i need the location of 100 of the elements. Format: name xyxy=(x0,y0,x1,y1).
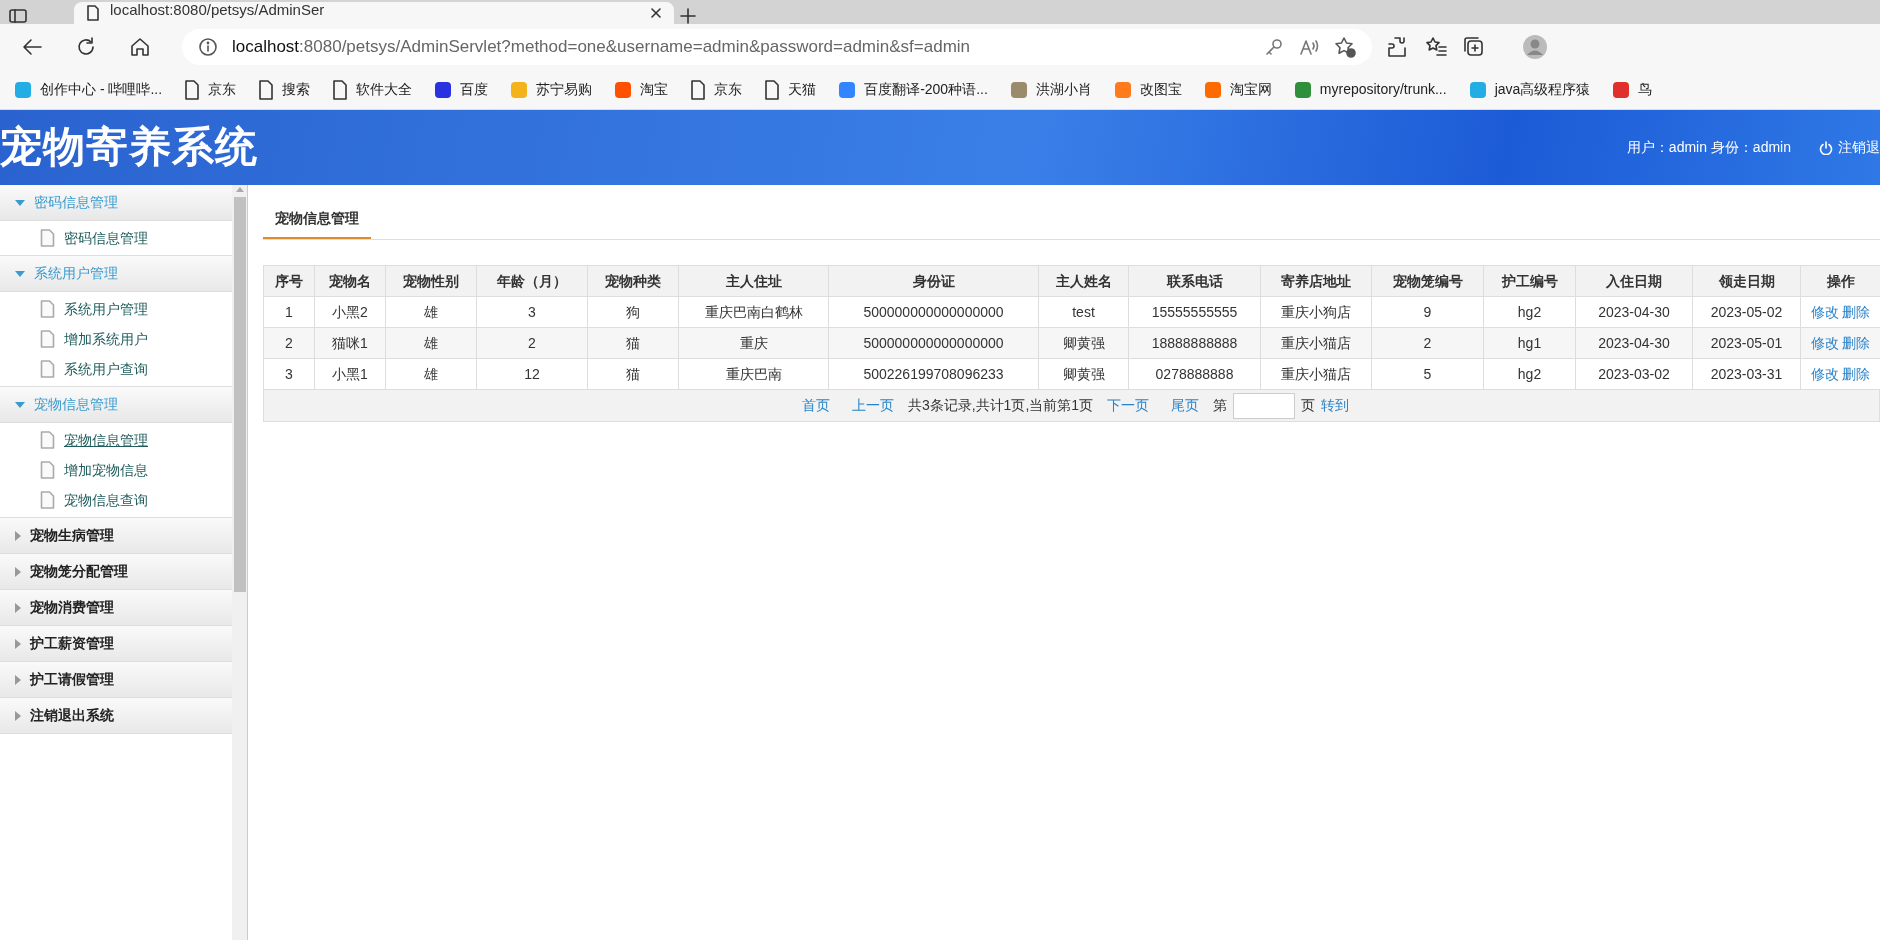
bookmark[interactable]: 淘宝网 xyxy=(1203,79,1272,100)
back-icon xyxy=(21,36,43,58)
menu-group[interactable]: 护工薪资管理 xyxy=(0,626,232,662)
bookmark[interactable]: 改图宝 xyxy=(1113,79,1182,100)
page-input[interactable] xyxy=(1233,392,1296,419)
table-cell: 18888888888 xyxy=(1128,327,1261,359)
menu-item[interactable]: 增加宠物信息 xyxy=(0,455,232,485)
bookmark[interactable]: 搜索 xyxy=(258,79,311,100)
page-icon xyxy=(690,79,707,100)
menu-group[interactable]: 护工请假管理 xyxy=(0,662,232,698)
bookmark[interactable]: java高级程序猿 xyxy=(1468,79,1591,100)
url-text: localhost:8080/petsys/AdminServlet?method=one&username=admin&password=admin&sf=admin xyxy=(232,36,972,59)
edit-link[interactable]: 修改 xyxy=(1810,303,1839,320)
bookmark[interactable]: 京东 xyxy=(690,79,743,100)
tab-actions-icon[interactable] xyxy=(8,8,28,24)
bookmark[interactable]: 鸟 xyxy=(1612,79,1653,100)
browser-tab[interactable]: localhost:8080/petsys/AdminSer xyxy=(74,2,674,24)
table-cell: 重庆小猫店 xyxy=(1260,358,1372,390)
bookmark[interactable]: 百度 xyxy=(434,79,489,100)
delete-link[interactable]: 删除 xyxy=(1842,303,1871,320)
menu-item[interactable]: 密码信息管理 xyxy=(0,223,232,253)
go-link[interactable]: 转到 xyxy=(1321,395,1350,416)
profile-icon[interactable] xyxy=(1522,34,1548,60)
table-cell: 500000000000000000 xyxy=(828,327,1039,359)
table-cell: 重庆小狗店 xyxy=(1260,296,1372,328)
table-cell: 重庆 xyxy=(678,327,829,359)
bookmark[interactable]: 京东 xyxy=(184,79,237,100)
logout-link[interactable]: 注销退 xyxy=(1819,137,1880,158)
menu-item[interactable]: 宠物信息管理 xyxy=(0,425,232,455)
menu-group[interactable]: 宠物笼分配管理 xyxy=(0,554,232,590)
caret-right-icon xyxy=(14,601,22,614)
tab-title: localhost:8080/petsys/AdminSer xyxy=(110,2,326,17)
caret-right-icon xyxy=(14,565,22,578)
page-icon xyxy=(40,229,55,247)
bookmark[interactable]: 软件大全 xyxy=(332,79,413,100)
read-aloud-icon[interactable] xyxy=(1298,37,1320,57)
caret-down-icon xyxy=(14,198,26,207)
menu-item[interactable]: 系统用户查询 xyxy=(0,354,232,384)
table-cell: 重庆巴南 xyxy=(678,358,829,390)
edit-link[interactable]: 修改 xyxy=(1810,334,1839,351)
page-label: 页 xyxy=(1301,396,1316,415)
table-cell: 2023-03-02 xyxy=(1575,358,1693,390)
table-cell: 猫咪1 xyxy=(314,327,386,359)
menu-group[interactable]: 注销退出系统 xyxy=(0,698,232,734)
bookmark[interactable]: 淘宝 xyxy=(614,79,669,100)
page-icon xyxy=(40,360,55,378)
tab[interactable]: 宠物信息管理 xyxy=(263,200,371,239)
next-page-link[interactable]: 下一页 xyxy=(1107,395,1150,416)
column-header: 护工编号 xyxy=(1483,265,1576,297)
bookmark[interactable]: 苏宁易购 xyxy=(510,79,593,100)
new-tab-icon[interactable] xyxy=(680,8,696,24)
column-header: 入住日期 xyxy=(1575,265,1693,297)
column-header: 主人住址 xyxy=(678,265,829,297)
column-header: 序号 xyxy=(263,265,315,297)
info-icon[interactable] xyxy=(198,37,218,57)
menu-item[interactable]: 系统用户管理 xyxy=(0,294,232,324)
page-icon xyxy=(332,79,349,100)
favorites-icon[interactable] xyxy=(1424,35,1448,59)
table-cell: 2023-04-30 xyxy=(1575,327,1693,359)
scrollbar-thumb[interactable] xyxy=(233,197,246,592)
column-header: 联系电话 xyxy=(1128,265,1261,297)
column-header: 操作 xyxy=(1800,265,1880,297)
address-bar[interactable]: localhost:8080/petsys/AdminServlet?method=one&username=admin&password=admin&sf=admin xyxy=(182,29,1372,65)
page-icon xyxy=(184,79,201,100)
menu-item[interactable]: 宠物信息查询 xyxy=(0,485,232,515)
table-cell: 雄 xyxy=(385,327,477,359)
scrollbar[interactable] xyxy=(232,185,247,940)
table-cell: 雄 xyxy=(385,296,477,328)
column-header: 主人姓名 xyxy=(1038,265,1129,297)
column-header: 年龄（月） xyxy=(476,265,588,297)
delete-link[interactable]: 删除 xyxy=(1842,334,1871,351)
bookmark[interactable]: myrepository/trunk... xyxy=(1293,79,1447,100)
collections-icon[interactable] xyxy=(1462,35,1486,59)
bookmark[interactable]: 创作中心 - 哔哩哔... xyxy=(14,79,163,100)
last-page-link[interactable]: 尾页 xyxy=(1171,395,1200,416)
column-header: 领走日期 xyxy=(1692,265,1801,297)
bookmark[interactable]: 百度翻译-200种语... xyxy=(838,79,988,100)
column-header: 身份证 xyxy=(828,265,1039,297)
table-cell: 重庆巴南白鹤林 xyxy=(678,296,829,328)
first-page-link[interactable]: 首页 xyxy=(801,395,830,416)
table-cell: 小黑1 xyxy=(314,358,386,390)
key-icon[interactable] xyxy=(1264,37,1284,57)
page-icon xyxy=(40,491,55,509)
edit-link[interactable]: 修改 xyxy=(1810,365,1839,382)
bookmark[interactable]: 洪湖小肖 xyxy=(1009,79,1092,100)
close-icon[interactable] xyxy=(650,7,662,19)
delete-link[interactable]: 删除 xyxy=(1842,365,1871,382)
favorite-add-icon[interactable] xyxy=(1334,36,1356,58)
page-icon xyxy=(258,79,275,100)
menu-group[interactable]: 宠物消费管理 xyxy=(0,590,232,626)
previous-page-link[interactable]: 上一页 xyxy=(851,395,894,416)
table-cell: 2023-05-02 xyxy=(1692,296,1801,328)
menu-item[interactable]: 增加系统用户 xyxy=(0,324,232,354)
column-header: 寄养店地址 xyxy=(1260,265,1372,297)
table-cell: test xyxy=(1038,296,1129,328)
bookmark[interactable]: 天猫 xyxy=(764,79,817,100)
caret-right-icon xyxy=(14,637,22,650)
reload-icon xyxy=(75,36,97,58)
menu-group[interactable]: 宠物生病管理 xyxy=(0,518,232,554)
caret-right-icon xyxy=(14,529,22,542)
